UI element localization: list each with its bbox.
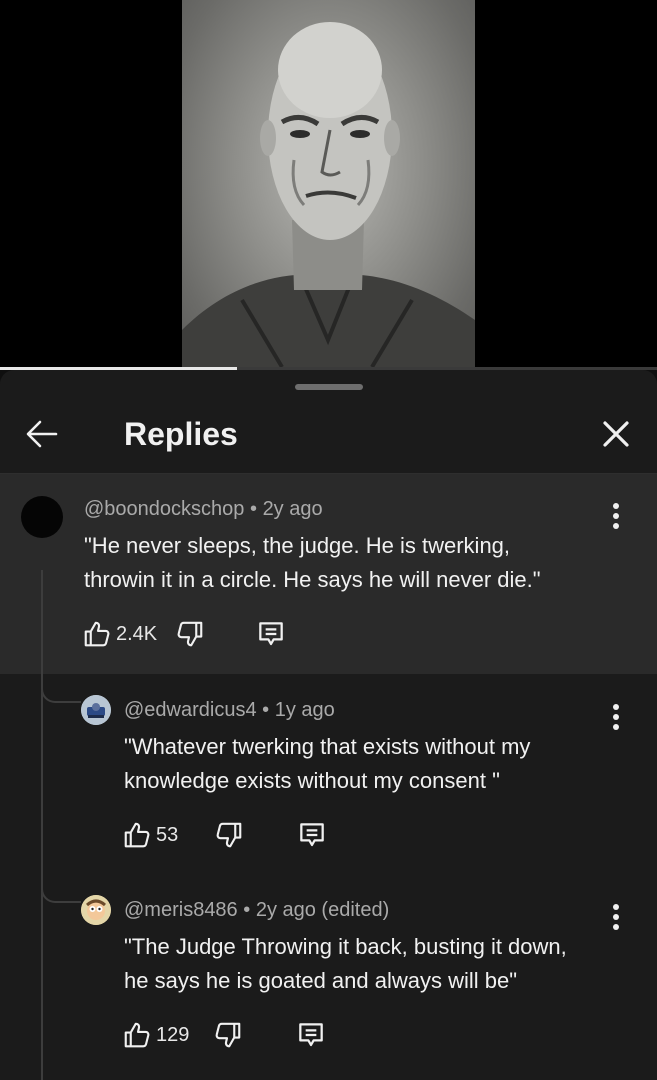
- comment-author[interactable]: @edwardicus4: [124, 699, 257, 721]
- avatar[interactable]: [81, 695, 111, 725]
- replies-header: Replies: [0, 400, 657, 474]
- comment-age: 2y ago (edited): [255, 899, 390, 921]
- dislike-button[interactable]: [213, 1020, 243, 1050]
- replies-panel: Replies @boondockschop • 2y ago "He neve…: [0, 370, 657, 1080]
- meta-separator: •: [262, 699, 270, 721]
- more-vertical-icon: [613, 704, 619, 730]
- comment-actions: 53: [122, 815, 328, 855]
- panel-title: Replies: [124, 416, 238, 452]
- like-count: 53: [156, 823, 179, 846]
- like-count: 2.4K: [116, 622, 158, 645]
- like-button[interactable]: 2.4K: [82, 619, 157, 649]
- thumbs-down-icon: [177, 621, 203, 647]
- dislike-button[interactable]: [175, 619, 205, 649]
- reply-button[interactable]: [255, 618, 287, 650]
- reply-button[interactable]: [296, 819, 328, 851]
- portrait-drawing: [182, 22, 475, 367]
- video-player[interactable]: [0, 0, 657, 367]
- like-button[interactable]: 129: [122, 1020, 189, 1050]
- thumbs-down-icon: [216, 822, 242, 848]
- video-frame-portrait: [182, 0, 475, 367]
- comment-icon: [299, 1023, 324, 1047]
- arrow-left-icon: [26, 420, 58, 448]
- comment-meta: @meris8486 • 2y ago (edited): [124, 899, 389, 922]
- comment-age: 1y ago: [274, 699, 335, 721]
- comment-author[interactable]: @meris8486: [124, 899, 238, 921]
- comment-text-line: "Whatever twerking that exists without m…: [124, 734, 531, 759]
- avatar[interactable]: [21, 496, 63, 538]
- comment-icon: [300, 823, 325, 847]
- comment-more-button[interactable]: [601, 697, 631, 737]
- thumbs-up-icon: [84, 621, 110, 647]
- dislike-button[interactable]: [214, 820, 244, 850]
- meta-separator: •: [249, 498, 257, 520]
- comment-meta: @edwardicus4 • 1y ago: [124, 699, 335, 722]
- comment-text-line: he says he is goated and always will be": [124, 968, 518, 993]
- comment-more-button[interactable]: [601, 897, 631, 937]
- more-vertical-icon: [613, 503, 619, 529]
- like-count: 129: [156, 1023, 190, 1046]
- thumbs-up-icon: [124, 1022, 150, 1048]
- reply-comment: @edwardicus4 • 1y ago "Whatever twerking…: [0, 675, 657, 875]
- comment-actions: 129: [122, 1015, 327, 1055]
- like-button[interactable]: 53: [122, 820, 178, 850]
- comment-text-line: "The Judge Throwing it back, busting it …: [124, 934, 567, 959]
- comment-author[interactable]: @boondockschop: [84, 498, 244, 520]
- avatar-image: [81, 695, 111, 725]
- reply-button[interactable]: [295, 1019, 327, 1051]
- avatar[interactable]: [81, 895, 111, 925]
- comment-actions: 2.4K: [82, 614, 287, 654]
- thumbs-up-icon: [124, 822, 150, 848]
- comment-text: "Whatever twerking that exists without m…: [124, 730, 530, 798]
- comment-age: 2y ago: [262, 498, 323, 520]
- parent-comment: @boondockschop • 2y ago "He never sleeps…: [0, 474, 657, 674]
- close-button[interactable]: [596, 414, 636, 454]
- comment-text: "He never sleeps, the judge. He is twerk…: [84, 529, 541, 597]
- comment-text-line: throwin it in a circle. He says he will …: [84, 567, 541, 592]
- drag-handle[interactable]: [295, 384, 363, 390]
- comment-text-line: "He never sleeps, the judge. He is twerk…: [84, 533, 511, 558]
- back-button[interactable]: [22, 414, 62, 454]
- close-icon: [603, 421, 629, 447]
- thumbs-down-icon: [215, 1022, 241, 1048]
- avatar-image: [81, 895, 111, 925]
- comment-icon: [259, 622, 283, 646]
- meta-separator: •: [243, 899, 251, 921]
- comment-text: "The Judge Throwing it back, busting it …: [124, 930, 567, 998]
- comment-meta: @boondockschop • 2y ago: [84, 498, 323, 521]
- comment-more-button[interactable]: [601, 496, 631, 536]
- more-vertical-icon: [613, 904, 619, 930]
- reply-comment: @meris8486 • 2y ago (edited) "The Judge …: [0, 875, 657, 1080]
- comment-text-line: knowledge exists without my consent ": [124, 768, 500, 793]
